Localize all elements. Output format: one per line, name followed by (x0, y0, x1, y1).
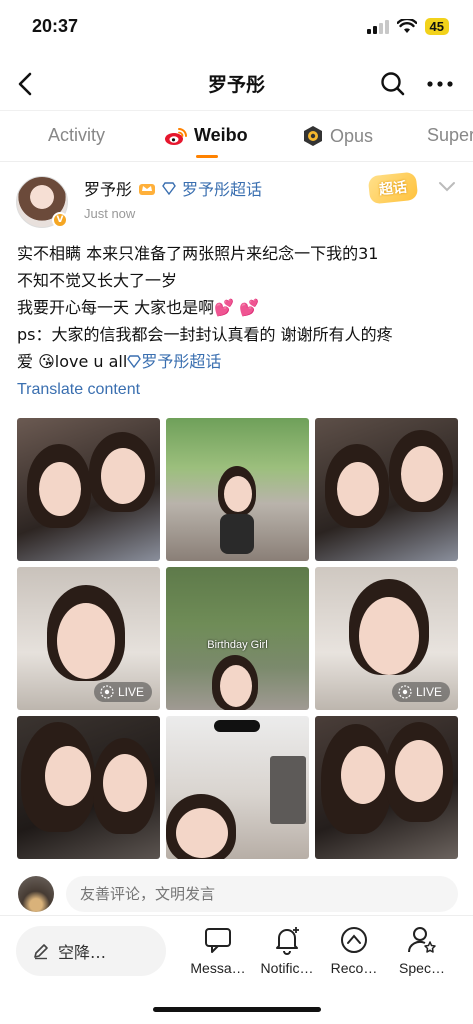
more-options-icon[interactable] (425, 70, 455, 98)
nav-special-follow[interactable]: Spec… (386, 924, 458, 976)
wifi-icon (396, 19, 417, 33)
post-line: 爱 😘love u all (17, 352, 128, 371)
inline-supertopic-link[interactable]: 罗予彤超话 (141, 352, 221, 371)
live-label: LIVE (117, 685, 144, 699)
post-text: 实不相瞒 本来只准备了两张照片来纪念一下我的31 不知不觉又长大了一岁 我要开心… (17, 240, 462, 375)
post-photo[interactable] (315, 716, 458, 859)
post-photo[interactable] (166, 418, 309, 561)
photo-grid: LIVE Birthday Girl LIVE (17, 418, 458, 859)
top-nav-bar: 罗予彤 (0, 58, 473, 110)
nav-label: Reco… (330, 960, 378, 976)
bell-icon (276, 927, 299, 955)
live-photo-badge: LIVE (391, 682, 450, 702)
status-time: 20:37 (32, 16, 79, 36)
post-photo[interactable]: LIVE (17, 567, 160, 710)
post-line: 实不相瞒 本来只准备了两张照片来纪念一下我的31 (17, 244, 379, 263)
battery-indicator: 45 (424, 18, 449, 35)
special-follow-icon (407, 927, 436, 953)
post-line-with-topic: 爱 😘love u all 罗予彤超话 (17, 348, 462, 375)
weibo-logo-icon (165, 127, 187, 145)
nav-label: Messa… (190, 960, 246, 976)
post-header: V 罗予彤 罗予彤超话 Just now 超话 (0, 170, 473, 234)
diamond-icon (127, 355, 142, 369)
comment-input[interactable] (66, 876, 458, 912)
verified-badge-icon: V (52, 212, 68, 228)
message-icon (205, 928, 231, 953)
author-line: 罗予彤 罗予彤超话 (84, 176, 262, 200)
tab-activity-label: Activity (48, 125, 106, 145)
opus-icon (304, 126, 322, 146)
post-photo[interactable] (315, 418, 458, 561)
translate-content-link[interactable]: Translate content (17, 381, 140, 399)
search-icon[interactable] (379, 70, 407, 98)
compose-button[interactable]: 空降… (16, 926, 166, 976)
my-avatar[interactable] (18, 876, 54, 912)
active-tab-indicator (196, 155, 218, 158)
cellular-signal-icon (366, 19, 389, 34)
live-label: LIVE (415, 685, 442, 699)
photo-caption: Birthday Girl (207, 639, 268, 651)
chevron-down-icon[interactable] (437, 180, 457, 194)
status-bar: 20:37 45 (0, 0, 473, 58)
home-indicator (153, 1007, 321, 1012)
post-time: Just now (84, 206, 136, 221)
author-name[interactable]: 罗予彤 (84, 176, 132, 200)
post-photo[interactable] (17, 418, 160, 561)
post-line: 不知不觉又长大了一岁 (17, 271, 178, 290)
post-photo[interactable] (166, 716, 309, 859)
profile-tabs: Activity Weibo Opus Super (0, 110, 473, 162)
supertopic-link[interactable]: 罗予彤超话 (182, 176, 262, 200)
tab-weibo[interactable]: Weibo (164, 125, 248, 146)
nav-messages[interactable]: Messa… (182, 924, 254, 976)
tab-opus-label: Opus (330, 125, 374, 146)
supertopic-sticker[interactable]: 超话 (367, 171, 419, 205)
post-line: 我要开心每一天 大家也是啊💕 💕 (17, 298, 260, 317)
post-photo[interactable]: Birthday Girl (166, 567, 309, 710)
recommend-icon (341, 927, 367, 953)
compose-label: 空降… (58, 943, 107, 962)
nav-recommend[interactable]: Reco… (318, 924, 390, 976)
pencil-icon (34, 944, 48, 960)
post-line: ps：大家的信我都会一封封认真看的 谢谢所有人的疼 (17, 325, 393, 344)
tab-weibo-label: Weibo (194, 125, 248, 145)
live-photo-badge: LIVE (93, 682, 152, 702)
tab-opus[interactable]: Opus (302, 125, 373, 147)
tab-super-label: Super (427, 125, 473, 145)
nav-label: Notific… (260, 960, 314, 976)
nav-label: Spec… (399, 960, 445, 976)
post-photo[interactable] (17, 716, 160, 859)
tab-activity[interactable]: Activity (48, 125, 105, 146)
tab-super[interactable]: Super (427, 125, 473, 146)
live-icon (398, 685, 412, 699)
post-photo[interactable]: LIVE (315, 567, 458, 710)
crown-icon (139, 184, 156, 195)
live-icon (100, 685, 114, 699)
comment-bar (0, 872, 473, 916)
nav-notifications[interactable]: Notific… (251, 924, 323, 976)
diamond-icon (162, 182, 176, 195)
status-icons: 45 (366, 18, 449, 35)
